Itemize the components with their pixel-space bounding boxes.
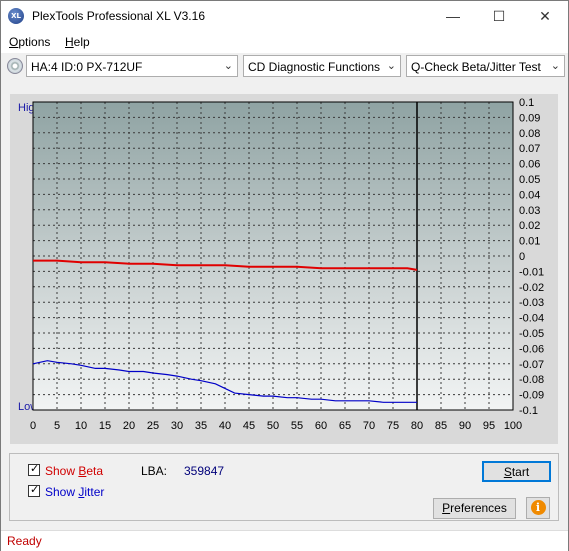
app-icon: XL bbox=[8, 8, 24, 24]
info-button[interactable]: i bbox=[526, 497, 550, 519]
y-tick-label: -0.02 bbox=[519, 282, 544, 294]
function-select-value: CD Diagnostic Functions bbox=[248, 60, 381, 74]
show-beta-label[interactable]: Show Beta bbox=[45, 464, 103, 478]
title-bar: XL PlexTools Professional XL V3.16 — ☐ ✕ bbox=[1, 1, 568, 31]
x-tick-label: 15 bbox=[99, 420, 111, 432]
y-tick-label: -0.1 bbox=[519, 405, 538, 417]
preferences-button[interactable]: Preferences bbox=[433, 498, 516, 519]
y-tick-label: -0.08 bbox=[519, 374, 544, 386]
function-select[interactable]: CD Diagnostic Functions ⌄ bbox=[243, 55, 401, 77]
x-tick-label: 95 bbox=[483, 420, 495, 432]
checkmark-icon: ✓ bbox=[30, 484, 40, 496]
y-tick-label: -0.07 bbox=[519, 359, 544, 371]
x-tick-label: 0 bbox=[30, 420, 36, 432]
y-tick-label: -0.09 bbox=[519, 390, 544, 402]
status-bar: Ready bbox=[1, 530, 568, 551]
x-tick-label: 20 bbox=[123, 420, 135, 432]
x-tick-label: 100 bbox=[504, 420, 522, 432]
chart-panel: High Low 0 5 10 15 20 25 30 35 40 45 50 55 60 65 70 75 8… bbox=[10, 94, 558, 444]
x-tick-label: 65 bbox=[339, 420, 351, 432]
close-icon[interactable]: ✕ bbox=[522, 1, 568, 31]
x-tick-label: 45 bbox=[243, 420, 255, 432]
disc-drive-icon bbox=[7, 58, 23, 74]
y-tick-label: 0.1 bbox=[519, 97, 534, 109]
x-tick-label: 75 bbox=[387, 420, 399, 432]
y-tick-label: -0.04 bbox=[519, 313, 544, 325]
maximize-icon[interactable]: ☐ bbox=[476, 1, 522, 31]
y-tick-label: -0.06 bbox=[519, 343, 544, 355]
x-tick-label: 5 bbox=[54, 420, 60, 432]
y-tick-label: 0.08 bbox=[519, 128, 540, 140]
x-tick-label: 40 bbox=[219, 420, 231, 432]
x-tick-label: 70 bbox=[363, 420, 375, 432]
chevron-down-icon: ⌄ bbox=[386, 60, 396, 72]
beta-jitter-chart: 0 5 10 15 20 25 30 35 40 45 50 55 60 65 70 75 80 85 90 95 10… bbox=[30, 97, 544, 432]
y-tick-label: 0.09 bbox=[519, 112, 540, 124]
controls-panel: ✓ Show Beta ✓ Show Jitter LBA: 359847 St… bbox=[9, 453, 559, 521]
x-tick-label: 30 bbox=[171, 420, 183, 432]
x-tick-label: 60 bbox=[315, 420, 327, 432]
y-tick-label: 0 bbox=[519, 251, 525, 263]
drive-select[interactable]: HA:4 ID:0 PX-712UF ⌄ bbox=[26, 55, 238, 77]
y-tick-label: 0.04 bbox=[519, 189, 540, 201]
x-tick-label: 10 bbox=[75, 420, 87, 432]
status-text: Ready bbox=[7, 534, 42, 548]
show-jitter-label[interactable]: Show Jitter bbox=[45, 485, 104, 499]
y-tick-label: 0.01 bbox=[519, 236, 540, 248]
menu-options[interactable]: Options bbox=[9, 35, 50, 49]
lba-label: LBA: bbox=[141, 464, 168, 478]
y-tick-label: -0.03 bbox=[519, 297, 544, 309]
toolbar: HA:4 ID:0 PX-712UF ⌄ CD Diagnostic Funct… bbox=[1, 53, 568, 79]
y-tick-label: 0.06 bbox=[519, 159, 540, 171]
x-tick-label: 80 bbox=[411, 420, 423, 432]
drive-select-value: HA:4 ID:0 PX-712UF bbox=[31, 60, 143, 74]
minimize-icon[interactable]: — bbox=[430, 1, 476, 31]
lba-value: 359847 bbox=[184, 464, 225, 478]
start-button[interactable]: Start bbox=[482, 461, 551, 482]
chevron-down-icon: ⌄ bbox=[550, 60, 560, 72]
test-select-value: Q-Check Beta/Jitter Test bbox=[411, 60, 541, 74]
x-tick-label: 55 bbox=[291, 420, 303, 432]
menu-bar: Options Help bbox=[1, 31, 568, 53]
y-tick-label: 0.05 bbox=[519, 174, 540, 186]
y-tick-label: -0.01 bbox=[519, 266, 544, 278]
x-tick-label: 25 bbox=[147, 420, 159, 432]
app-window: XL PlexTools Professional XL V3.16 — ☐ ✕… bbox=[0, 0, 569, 551]
window-title: PlexTools Professional XL V3.16 bbox=[32, 9, 205, 23]
info-icon: i bbox=[530, 500, 546, 515]
checkmark-icon: ✓ bbox=[30, 463, 40, 475]
x-tick-label: 90 bbox=[459, 420, 471, 432]
y-tick-label: 0.02 bbox=[519, 220, 540, 232]
x-tick-label: 85 bbox=[435, 420, 447, 432]
show-beta-checkbox[interactable]: ✓ bbox=[28, 463, 40, 476]
y-tick-label: 0.03 bbox=[519, 205, 540, 217]
show-jitter-checkbox[interactable]: ✓ bbox=[28, 484, 40, 497]
x-tick-label: 50 bbox=[267, 420, 279, 432]
y-tick-label: 0.07 bbox=[519, 143, 540, 155]
y-tick-label: -0.05 bbox=[519, 328, 544, 340]
chevron-down-icon: ⌄ bbox=[223, 60, 233, 72]
menu-help[interactable]: Help bbox=[65, 35, 90, 49]
x-tick-label: 35 bbox=[195, 420, 207, 432]
test-select[interactable]: Q-Check Beta/Jitter Test ⌄ bbox=[406, 55, 565, 77]
